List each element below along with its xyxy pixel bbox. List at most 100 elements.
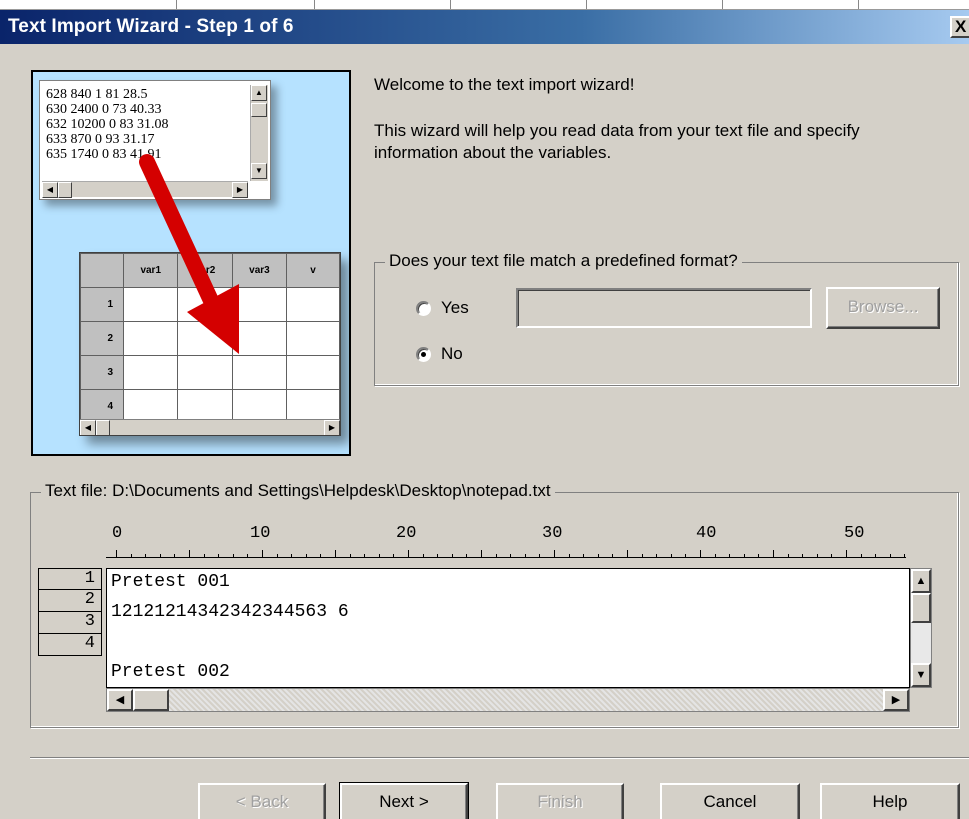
ruler-tick: [262, 550, 263, 558]
ruler-tick: [364, 554, 366, 558]
scroll-down-icon[interactable]: ▼: [911, 663, 931, 687]
ruler-tick: [116, 550, 117, 558]
ruler-tick: [451, 554, 453, 558]
ruler-tick: [349, 554, 351, 558]
preview-vertical-scrollbar[interactable]: ▲ ▼: [910, 568, 932, 688]
ruler-tick: [466, 554, 468, 558]
ruler-tick: [773, 550, 774, 558]
red-arrow-icon: [139, 154, 239, 354]
ruler-label: 0: [112, 524, 123, 543]
scroll-left-icon[interactable]: ◀: [107, 689, 133, 711]
finish-button[interactable]: Finish: [496, 783, 624, 819]
ruler-tick: [904, 554, 906, 558]
radio-yes-label: Yes: [441, 298, 469, 317]
ruler-tick: [583, 554, 585, 558]
ruler-tick: [393, 554, 395, 558]
ruler-label: 50: [844, 524, 865, 543]
ruler-tick: [335, 550, 336, 558]
ruler-label: 40: [696, 524, 717, 543]
ruler-label: 20: [396, 524, 417, 543]
wizard-illustration: 628 840 1 81 28.5 630 2400 0 73 40.33 63…: [31, 70, 351, 456]
radio-selected-icon: [416, 346, 431, 362]
ruler-label: 30: [542, 524, 563, 543]
ruler-tick: [305, 554, 307, 558]
ruler-tick: [875, 554, 877, 558]
ruler-tick: [612, 554, 614, 558]
footer-separator: [30, 757, 969, 759]
ruler-tick: [145, 554, 147, 558]
preview-horizontal-scrollbar[interactable]: ◀ ▶: [106, 688, 910, 712]
scroll-right-icon[interactable]: ▶: [883, 689, 909, 711]
ruler-tick: [174, 554, 176, 558]
ruler-tick: [554, 550, 555, 558]
help-button[interactable]: Help: [820, 783, 960, 819]
row-number: 4: [38, 634, 102, 656]
ruler-tick: [714, 554, 716, 558]
scroll-thumb[interactable]: [133, 689, 169, 711]
ruler-tick: [130, 554, 132, 558]
ruler-tick: [218, 554, 220, 558]
ruler-baseline: [106, 557, 906, 558]
ruler-tick: [495, 554, 497, 558]
scroll-thumb[interactable]: [911, 593, 931, 623]
browse-button[interactable]: Browse...: [826, 287, 940, 329]
welcome-text: Welcome to the text import wizard!: [374, 75, 635, 94]
top-edge-strip: [0, 0, 969, 10]
ruler-tick: [627, 550, 628, 558]
ruler-tick: [743, 554, 745, 558]
text-file-path-legend: Text file: D:\Documents and Settings\Hel…: [41, 481, 555, 501]
row-number-column: 1 2 3 4: [38, 568, 102, 656]
column-ruler: 0 10 20 30 40 50: [106, 524, 912, 564]
close-button[interactable]: X: [950, 16, 969, 38]
row-number: 1: [38, 568, 102, 590]
ruler-tick: [597, 554, 599, 558]
next-button[interactable]: Next >: [339, 782, 469, 819]
ruler-tick: [524, 554, 526, 558]
back-button[interactable]: < Back: [198, 783, 326, 819]
ruler-tick: [189, 550, 190, 558]
ruler-tick: [787, 554, 789, 558]
ruler-tick: [437, 554, 439, 558]
radio-no[interactable]: No: [416, 344, 463, 364]
ruler-tick: [422, 554, 424, 558]
file-preview-pane[interactable]: Pretest 001 12121214342342344563 6 Prete…: [106, 568, 910, 688]
ruler-label: 10: [250, 524, 271, 543]
ruler-tick: [539, 554, 541, 558]
ruler-tick: [320, 554, 322, 558]
ruler-tick: [846, 550, 847, 558]
intro-text: This wizard will help you read data from…: [374, 121, 860, 162]
ruler-tick: [247, 554, 249, 558]
ruler-tick: [481, 550, 482, 558]
ruler-tick: [408, 550, 409, 558]
predefined-format-legend: Does your text file match a predefined f…: [385, 251, 742, 271]
ruler-tick: [860, 554, 862, 558]
ruler-tick: [510, 554, 512, 558]
ruler-tick: [729, 554, 731, 558]
file-line: 12121214342342344563 6: [111, 602, 349, 622]
row-number: 3: [38, 612, 102, 634]
ruler-tick: [758, 554, 760, 558]
ruler-tick: [889, 554, 891, 558]
window-title: Text Import Wizard - Step 1 of 6: [8, 16, 294, 37]
ruler-tick: [291, 554, 293, 558]
cancel-button[interactable]: Cancel: [660, 783, 800, 819]
format-path-field[interactable]: [516, 288, 812, 328]
ruler-tick: [276, 554, 278, 558]
ruler-tick: [656, 554, 658, 558]
ruler-tick: [685, 554, 687, 558]
ruler-tick: [700, 550, 701, 558]
ruler-tick: [378, 554, 380, 558]
file-line: Pretest 001: [111, 572, 230, 592]
ruler-tick: [816, 554, 818, 558]
title-bar[interactable]: Text Import Wizard - Step 1 of 6 X: [0, 10, 969, 44]
radio-yes[interactable]: Yes: [416, 298, 469, 318]
ruler-tick: [232, 554, 234, 558]
ruler-tick: [670, 554, 672, 558]
radio-icon: [416, 300, 431, 316]
file-line: Pretest 002: [111, 662, 230, 682]
ruler-tick: [802, 554, 804, 558]
ruler-tick: [203, 554, 205, 558]
row-number: 2: [38, 590, 102, 612]
scroll-up-icon[interactable]: ▲: [911, 569, 931, 593]
ruler-tick: [831, 554, 833, 558]
